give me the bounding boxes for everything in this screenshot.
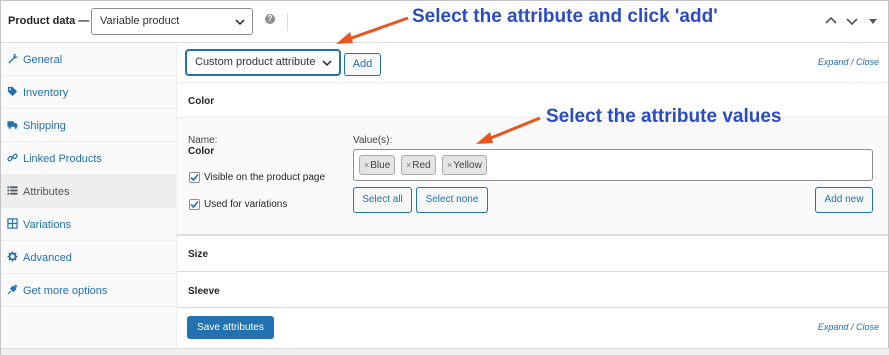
variations-checkbox[interactable] [189,199,200,210]
attributes-panel: Custom product attribute Add Expand / Cl… [177,43,888,355]
check-icon [190,173,199,182]
visible-checkbox[interactable] [189,172,200,183]
remove-tag-icon[interactable]: × [406,160,411,170]
sidebar-item-label: Variations [23,219,72,231]
question-circle-icon[interactable]: ? [265,14,275,24]
values-label: Value(s): [353,135,393,146]
check-icon [190,200,199,209]
annotation-arrow-top [336,16,409,44]
attribute-sleeve[interactable]: Sleeve [177,272,888,308]
add-attribute-button[interactable]: Add [344,53,381,76]
attribute-color-header[interactable]: Color [188,96,214,107]
sidebar-item-label: Get more options [23,285,108,297]
tag-label: Red [412,160,431,171]
sidebar-item-attributes[interactable]: Attributes [1,175,176,208]
expand-close-links: Expand / Close [818,57,879,67]
attribute-size[interactable]: Size [177,236,888,272]
grid-icon [7,218,18,229]
select-all-button[interactable]: Select all [353,187,412,213]
variations-label: Used for variations [204,199,288,210]
triangle-down-icon[interactable] [866,14,880,28]
sidebar-item-linked-products[interactable]: Linked Products [1,142,176,175]
attribute-sleeve-header: Sleeve [188,286,220,297]
list-icon [7,186,18,195]
link-separator: / [850,57,854,67]
product-type-value: Variable product [100,15,180,27]
attribute-taxonomy-select[interactable]: Custom product attribute [186,50,340,75]
footer-expand-close-links: Expand / Close [818,322,879,332]
visible-label: Visible on the product page [204,172,326,183]
bottom-strip [1,348,889,355]
attribute-select-value: Custom product attribute [195,56,316,68]
select-none-button[interactable]: Select none [416,187,488,213]
annotation-arrow-middle [476,116,541,144]
expand-all-link[interactable]: Expand [818,322,849,332]
sidebar-item-shipping[interactable]: Shipping [1,109,176,142]
expand-all-link[interactable]: Expand [818,57,849,67]
sidebar-item-advanced[interactable]: Advanced [1,241,176,274]
attribute-size-header: Size [188,249,209,260]
name-label: Name: [188,135,218,146]
tag-label: Yellow [453,160,482,171]
close-all-link[interactable]: Close [856,57,879,67]
add-new-value-button[interactable]: Add new [815,187,873,213]
attribute-name-value: Color [188,146,215,157]
tag-icon [7,86,18,97]
value-tag-blue: ×Blue [359,155,396,175]
link-icon [7,153,18,162]
annotation-add-attribute: Select the attribute and click 'add' [412,6,718,27]
sidebar-item-label: Attributes [23,186,70,198]
wrench-icon [8,53,18,64]
attribute-values-input[interactable]: ×Blue ×Red ×Yellow [353,149,873,181]
sidebar-item-general[interactable]: General [1,43,176,76]
tag-label: Blue [370,160,391,171]
sidebar-item-label: Advanced [23,252,72,264]
sidebar-item-variations[interactable]: Variations [1,208,176,241]
product-data-tabs: General Inventory Shipping Linked Produc… [1,43,177,355]
value-tag-red: ×Red [401,155,436,175]
chevron-down-icon[interactable] [845,14,859,28]
sidebar-item-label: Inventory [23,87,69,99]
sidebar-item-inventory[interactable]: Inventory [1,76,176,109]
attributes-toolbar: Custom product attribute Add Expand / Cl… [177,43,888,83]
chevron-down-icon [322,60,332,67]
chevron-up-icon[interactable] [824,14,838,28]
product-data-title: Product data — [8,15,90,27]
sidebar-item-label: Linked Products [23,153,102,165]
product-data-panel: Product data — Variable product ? Genera… [0,0,889,355]
sidebar-item-get-more-options[interactable]: Get more options [1,274,176,307]
sidebar-item-label: Shipping [23,120,66,132]
value-tag-yellow: ×Yellow [442,155,487,175]
remove-tag-icon[interactable]: × [364,160,369,170]
chevron-down-icon [235,19,245,26]
close-all-link[interactable]: Close [856,322,879,332]
header-divider [287,13,288,31]
annotation-attribute-values: Select the attribute values [546,106,782,127]
sidebar-item-label: General [23,54,63,66]
link-separator: / [850,322,854,332]
product-type-select[interactable]: Variable product [91,8,253,35]
truck-icon [7,121,18,129]
plug-icon [7,284,18,295]
panel-controls [820,14,882,28]
gear-icon [7,251,18,262]
save-attributes-button[interactable]: Save attributes [187,316,274,339]
remove-tag-icon[interactable]: × [447,160,452,170]
